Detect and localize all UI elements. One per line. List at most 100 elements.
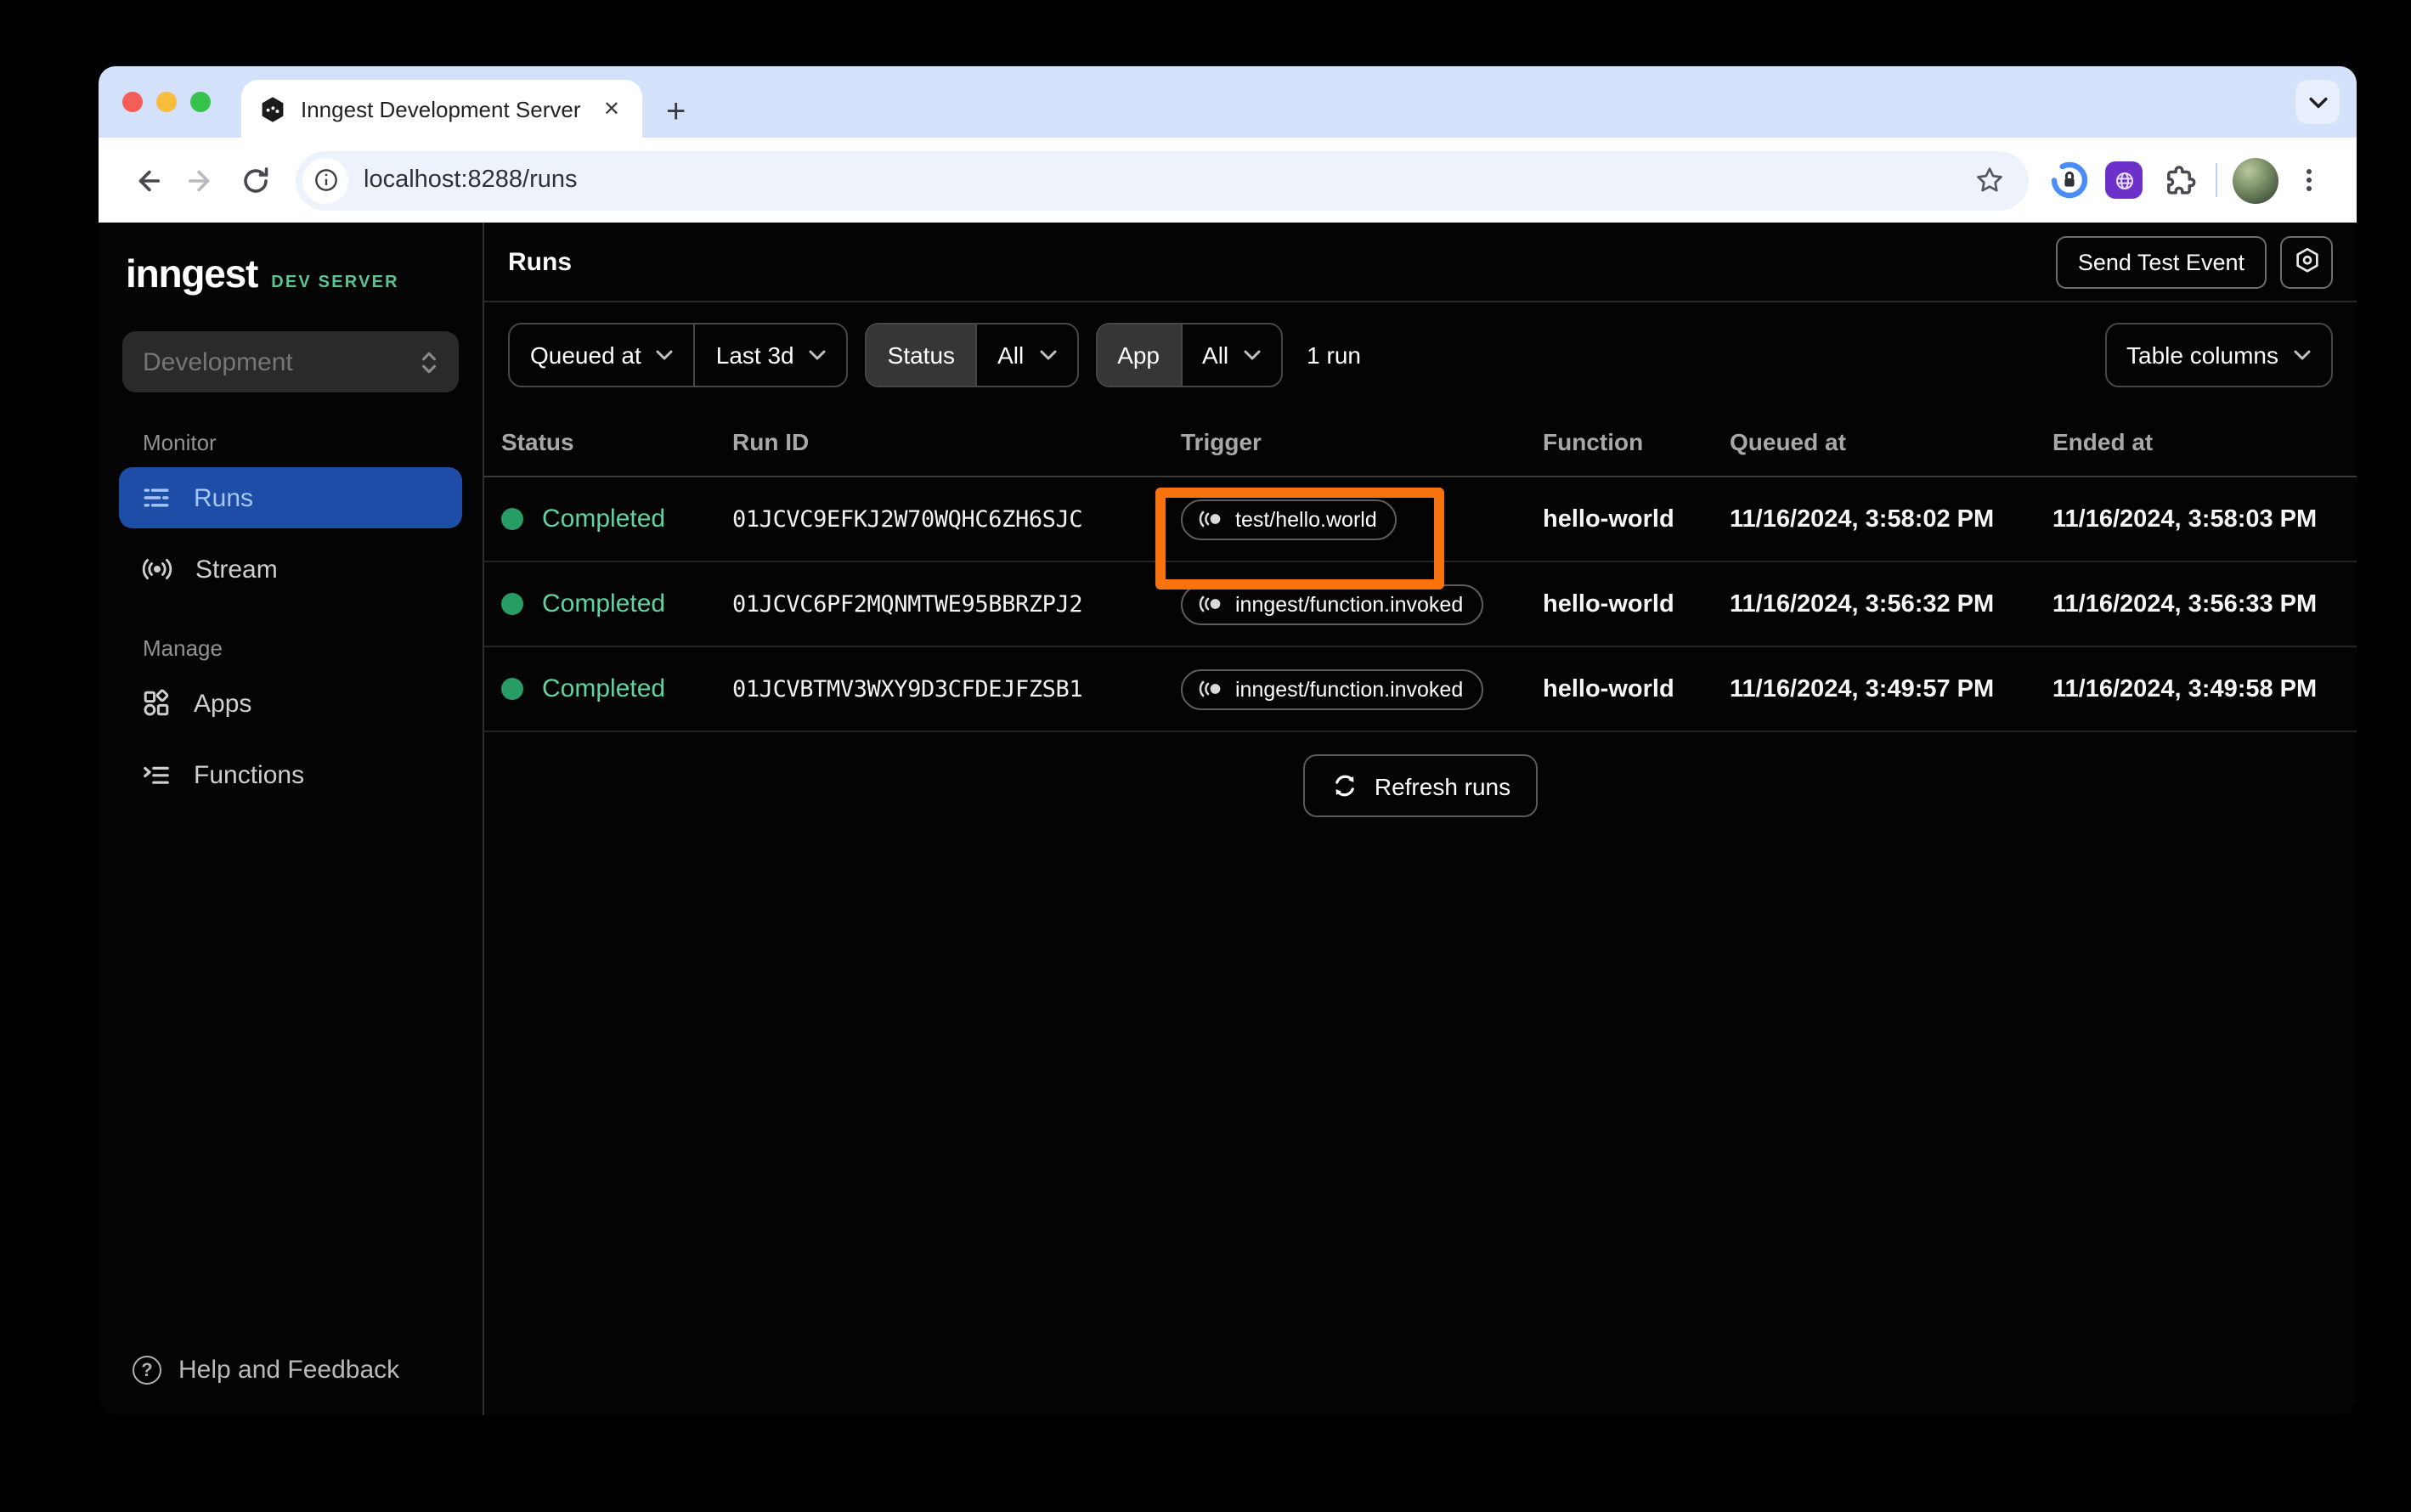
column-header-ended-at: Ended at — [2052, 428, 2154, 455]
bookmark-star-icon[interactable] — [1974, 165, 2005, 195]
dev-server-badge: DEV SERVER — [271, 274, 399, 292]
table-row[interactable]: Completed 01JCVC6PF2MQNMTWE95BBRZPJ2 inn… — [484, 562, 2357, 647]
trigger-badge[interactable]: test/hello.world — [1181, 499, 1397, 539]
status-cell: Completed — [501, 674, 732, 703]
status-filter-value: All — [997, 341, 1025, 369]
sidebar-item-runs[interactable]: Runs — [119, 467, 462, 528]
logo-row: inngest DEV SERVER — [99, 223, 483, 307]
app-content: inngest DEV SERVER Development Monitor R… — [99, 223, 2357, 1415]
functions-icon — [144, 766, 169, 784]
function-cell[interactable]: hello-world — [1543, 675, 1730, 702]
queued-at-cell: 11/16/2024, 3:58:02 PM — [1730, 505, 1995, 533]
sidebar: inngest DEV SERVER Development Monitor R… — [99, 223, 484, 1415]
table-header: Status Run ID Trigger Function Queued at… — [484, 408, 2357, 477]
column-header-queued-at: Queued at — [1730, 428, 1846, 455]
environment-select[interactable]: Development — [122, 331, 459, 392]
sidebar-item-label: Functions — [194, 760, 305, 789]
status-text: Completed — [542, 590, 666, 618]
tab-strip: Inngest Development Server ✕ + — [99, 66, 2357, 138]
column-header-run-id: Run ID — [732, 428, 810, 455]
extensions-puzzle-icon[interactable] — [2151, 153, 2205, 207]
section-label-monitor: Monitor — [143, 430, 217, 455]
section-label-manage: Manage — [143, 635, 223, 661]
sidebar-item-label: Apps — [194, 689, 252, 718]
sidebar-item-apps[interactable]: Apps — [119, 673, 462, 734]
settings-gear-button[interactable] — [2280, 235, 2333, 288]
refresh-runs-button[interactable]: Refresh runs — [1302, 754, 1539, 817]
page-title: Runs — [508, 247, 572, 276]
address-bar[interactable]: localhost:8288/runs — [296, 150, 2029, 210]
sidebar-item-label: Runs — [194, 483, 254, 512]
stream-icon — [142, 558, 172, 580]
chevron-down-icon — [2294, 350, 2311, 360]
sidebar-item-functions[interactable]: Functions — [119, 744, 462, 805]
browser-tab[interactable]: Inngest Development Server ✕ — [241, 80, 642, 138]
send-test-event-button[interactable]: Send Test Event — [2055, 235, 2267, 288]
apps-icon — [144, 689, 169, 716]
toolbar-divider — [2216, 163, 2217, 197]
inngest-favicon — [262, 96, 284, 121]
table-row[interactable]: Completed 01JCVC9EFKJ2W70WQHC6ZH6SJC tes… — [484, 477, 2357, 589]
traffic-light-minimize[interactable] — [156, 92, 177, 112]
sidebar-item-stream[interactable]: Stream — [119, 539, 462, 600]
trigger-name: inngest/function.invoked — [1235, 677, 1464, 701]
environment-select-value: Development — [143, 347, 293, 376]
trigger-badge[interactable]: inngest/function.invoked — [1181, 669, 1484, 709]
run-id-cell[interactable]: 01JCVC6PF2MQNMTWE95BBRZPJ2 — [732, 590, 1181, 618]
help-and-feedback[interactable]: ? Help and Feedback — [99, 1325, 483, 1415]
window-controls — [122, 92, 211, 112]
more-menu-icon[interactable] — [2282, 153, 2336, 207]
status-filter-label: Status — [867, 324, 976, 386]
column-header-trigger: Trigger — [1181, 428, 1262, 455]
back-icon[interactable] — [119, 153, 173, 207]
trigger-badge[interactable]: inngest/function.invoked — [1181, 584, 1484, 624]
time-range-label: Last 3d — [715, 341, 794, 369]
status-text: Completed — [542, 674, 666, 703]
run-id-cell[interactable]: 01JCVC9EFKJ2W70WQHC6ZH6SJC — [732, 505, 1181, 533]
page-header: Runs Send Test Event — [484, 223, 2357, 302]
time-field-label: Queued at — [530, 341, 641, 369]
site-info-icon[interactable] — [302, 157, 348, 203]
event-icon — [1199, 511, 1221, 528]
chevron-down-icon — [1244, 350, 1261, 360]
sidebar-item-label: Stream — [195, 555, 278, 584]
queued-at-cell: 11/16/2024, 3:49:57 PM — [1730, 675, 1995, 702]
ended-at-cell: 11/16/2024, 3:56:33 PM — [2052, 590, 2318, 618]
time-filter: Queued at Last 3d — [508, 323, 849, 387]
run-id-cell[interactable]: 01JCVBTMV3WXY9D3CFDEJFZSB1 — [732, 675, 1181, 702]
function-cell[interactable]: hello-world — [1543, 590, 1730, 618]
time-range-dropdown[interactable]: Last 3d — [693, 324, 847, 386]
traffic-light-close[interactable] — [122, 92, 143, 112]
inngest-logo: inngest — [126, 251, 258, 296]
close-tab-icon[interactable]: ✕ — [598, 97, 625, 121]
status-dot-icon — [501, 593, 523, 615]
tab-search-chevron-icon[interactable] — [2295, 80, 2340, 124]
table-row[interactable]: Completed 01JCVBTMV3WXY9D3CFDEJFZSB1 inn… — [484, 647, 2357, 732]
runs-icon — [144, 488, 169, 507]
forward-icon — [173, 153, 228, 207]
avatar[interactable] — [2227, 153, 2282, 207]
time-field-dropdown[interactable]: Queued at — [510, 324, 694, 386]
filter-bar: Queued at Last 3d Status All App All 1 r… — [484, 302, 2357, 408]
event-icon — [1199, 680, 1221, 697]
app-filter-dropdown[interactable]: All — [1180, 324, 1281, 386]
trigger-cell: inngest/function.invoked — [1181, 669, 1543, 709]
help-label: Help and Feedback — [178, 1356, 400, 1385]
status-text: Completed — [542, 505, 666, 533]
table-columns-label: Table columns — [2126, 341, 2278, 369]
onepassword-extension-icon[interactable] — [2042, 153, 2097, 207]
app-filter-value: All — [1202, 341, 1229, 369]
url-text[interactable]: localhost:8288/runs — [364, 166, 1974, 194]
reload-icon[interactable] — [228, 153, 282, 207]
status-filter-dropdown[interactable]: All — [975, 324, 1076, 386]
event-icon — [1199, 595, 1221, 612]
purple-extension-icon[interactable] — [2097, 153, 2151, 207]
screen: Inngest Development Server ✕ + localhost… — [0, 0, 2411, 1512]
table-columns-button[interactable]: Table columns — [2104, 323, 2333, 387]
chevron-up-down-icon — [420, 349, 438, 375]
new-tab-icon[interactable]: + — [666, 95, 686, 129]
traffic-light-zoom[interactable] — [190, 92, 211, 112]
function-cell[interactable]: hello-world — [1543, 505, 1730, 533]
status-cell: Completed — [501, 505, 732, 533]
status-cell: Completed — [501, 590, 732, 618]
